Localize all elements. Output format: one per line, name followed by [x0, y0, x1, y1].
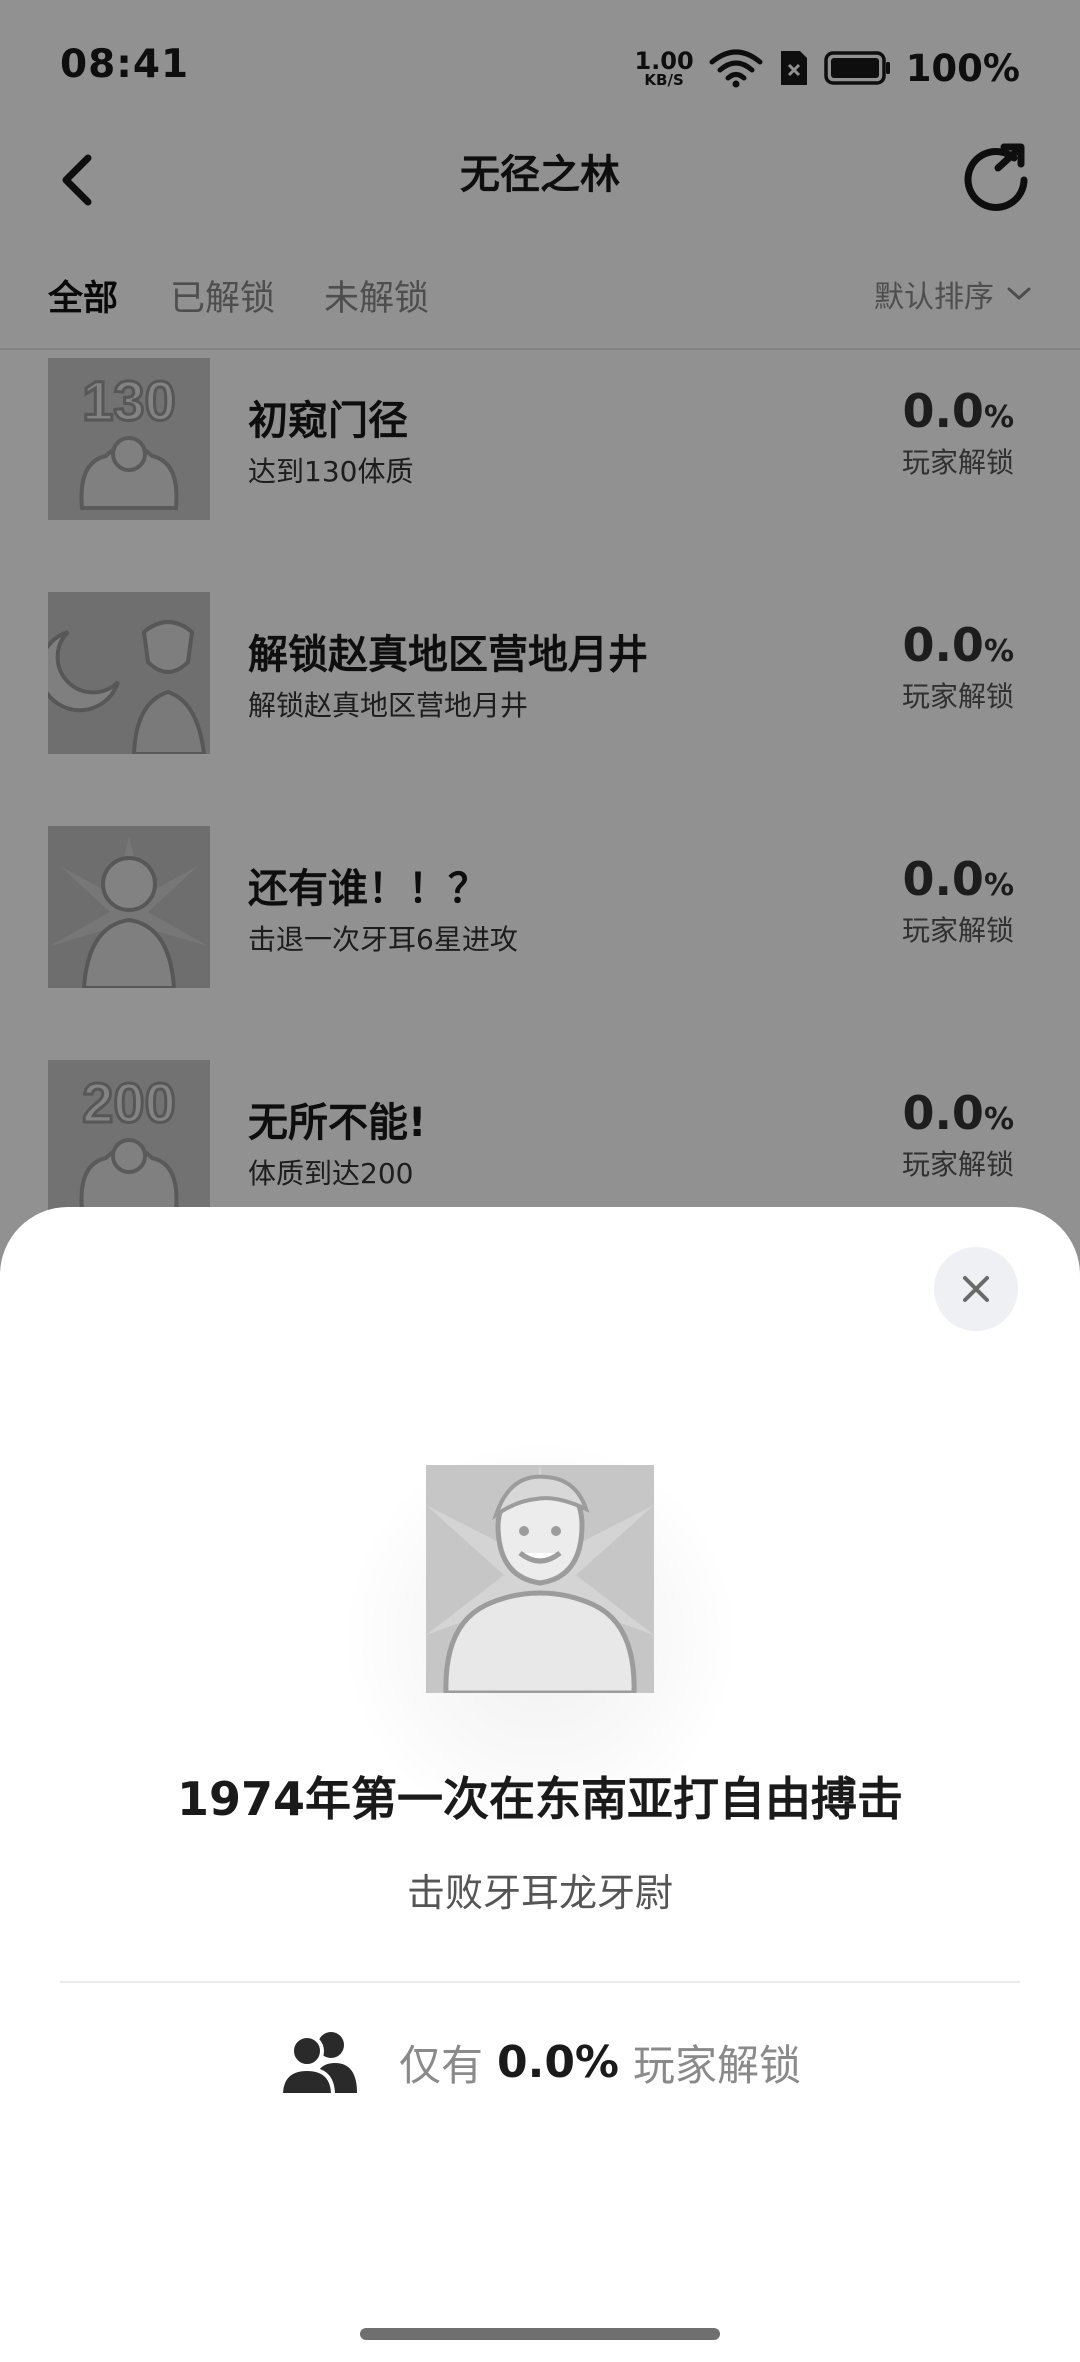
close-button[interactable] — [934, 1247, 1018, 1331]
unlock-stat: 仅有 0.0% 玩家解锁 — [0, 2007, 1080, 2117]
achievement-title: 1974年第一次在东南亚打自由搏击 — [176, 1772, 904, 1826]
stat-percent: 0.0% — [496, 2036, 620, 2088]
achievement-badge — [426, 1465, 654, 1693]
achievement-description: 击败牙耳龙牙尉 — [406, 1871, 673, 1915]
achievement-detail-sheet: 1974年第一次在东南亚打自由搏击 击败牙耳龙牙尉 仅有 0.0% 玩家解锁 — [0, 1207, 1080, 2362]
stat-prefix: 仅有 — [398, 2040, 483, 2090]
divider — [60, 1981, 1020, 1983]
stat-suffix: 玩家解锁 — [633, 2040, 802, 2090]
home-indicator[interactable] — [360, 2328, 720, 2340]
users-icon — [278, 2032, 357, 2097]
close-icon — [963, 1276, 989, 1302]
